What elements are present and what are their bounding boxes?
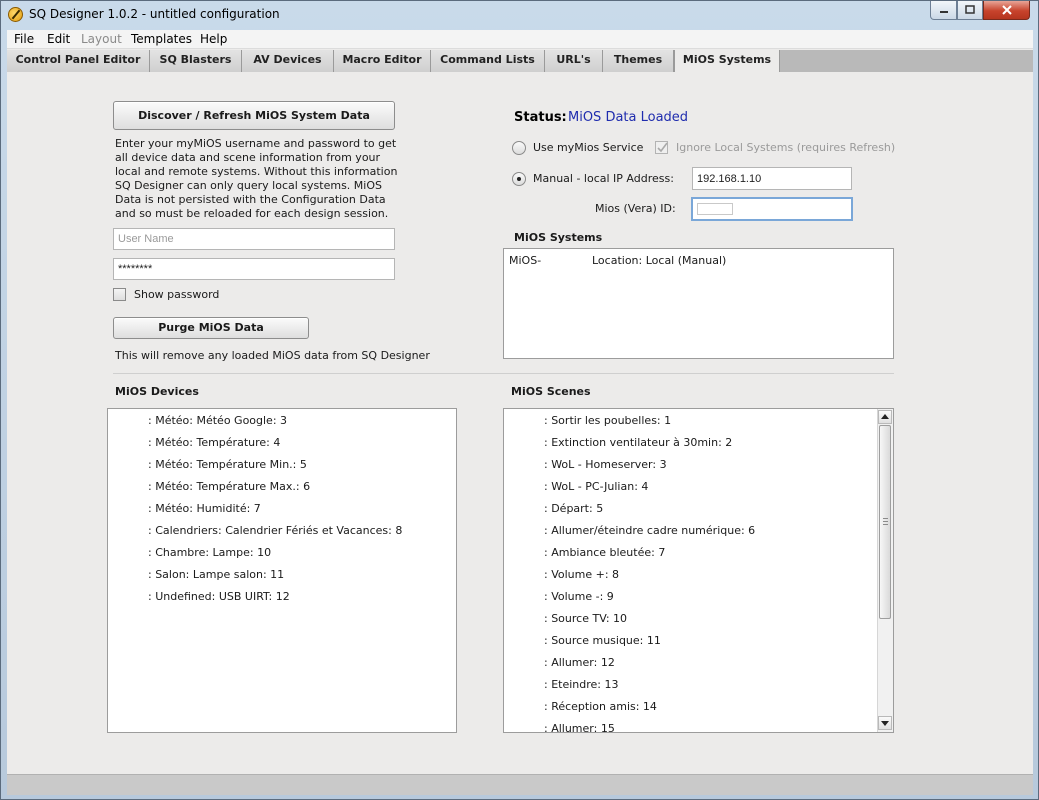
info-text: Enter your myMiOS username and password …	[115, 137, 398, 220]
scroll-thumb[interactable]	[879, 425, 891, 619]
mios-id-label: Mios (Vera) ID:	[595, 202, 676, 215]
mios-systems-title: MiOS Systems	[514, 231, 603, 244]
tab-urls[interactable]: URL's	[545, 50, 603, 72]
scene-item[interactable]: : WoL - Homeserver: 3	[544, 458, 667, 471]
scene-item[interactable]: : Réception amis: 14	[544, 700, 657, 713]
mios-scenes-title: MiOS Scenes	[511, 385, 591, 398]
menu-bar: File Edit Layout Templates Help	[7, 30, 1033, 49]
tab-macro-editor[interactable]: Macro Editor	[334, 50, 431, 72]
scene-item[interactable]: : WoL - PC-Julian: 4	[544, 480, 648, 493]
device-item[interactable]: : Météo: Température: 4	[148, 436, 280, 449]
scene-item[interactable]: : Départ: 5	[544, 502, 603, 515]
mios-scenes-list[interactable]: : Sortir les poubelles: 1 : Extinction v…	[503, 408, 894, 733]
scroll-down-button[interactable]	[878, 716, 892, 730]
tab-av-devices[interactable]: AV Devices	[242, 50, 334, 72]
menu-help[interactable]: Help	[200, 32, 227, 46]
systems-row-location[interactable]: Location: Local (Manual)	[592, 254, 726, 267]
purge-mios-data-button[interactable]: Purge MiOS Data	[113, 317, 309, 339]
menu-file[interactable]: File	[14, 32, 34, 46]
use-mymios-radio[interactable]	[512, 141, 526, 155]
tab-mios-systems[interactable]: MiOS Systems	[674, 50, 780, 72]
title-bar[interactable]: SQ Designer 1.0.2 - untitled configurati…	[1, 1, 1038, 29]
section-divider	[113, 373, 894, 374]
scroll-up-button[interactable]	[878, 410, 892, 424]
scene-item[interactable]: : Source TV: 10	[544, 612, 627, 625]
scene-item[interactable]: : Allumer: 15	[544, 722, 615, 732]
device-item[interactable]: : Météo: Température Max.: 6	[148, 480, 310, 493]
scene-item[interactable]: : Allumer: 12	[544, 656, 615, 669]
checkmark-icon	[657, 142, 668, 153]
menu-edit[interactable]: Edit	[47, 32, 70, 46]
mios-systems-list[interactable]: MiOS- Location: Local (Manual)	[503, 248, 894, 359]
scene-item[interactable]: : Source musique: 11	[544, 634, 661, 647]
close-icon	[1001, 5, 1012, 15]
arrow-down-icon	[881, 721, 889, 726]
mios-id-input[interactable]	[691, 197, 853, 221]
scene-item[interactable]: : Ambiance bleutée: 7	[544, 546, 665, 559]
scenes-scrollbar[interactable]	[877, 409, 893, 732]
device-item[interactable]: : Chambre: Lampe: 10	[148, 546, 271, 559]
status-label: Status:	[514, 110, 567, 125]
minimize-icon	[939, 11, 948, 13]
client-area: File Edit Layout Templates Help Control …	[7, 30, 1033, 795]
close-button[interactable]	[983, 1, 1030, 20]
tab-sq-blasters[interactable]: SQ Blasters	[150, 50, 242, 72]
systems-row-name[interactable]: MiOS-	[509, 254, 541, 267]
purge-note: This will remove any loaded MiOS data fr…	[115, 349, 430, 362]
manual-ip-radio[interactable]	[512, 172, 526, 186]
tab-bar: Control Panel Editor SQ Blasters AV Devi…	[7, 50, 1033, 72]
password-input[interactable]	[113, 258, 395, 280]
scene-item[interactable]: : Volume +: 8	[544, 568, 619, 581]
device-item[interactable]: : Calendriers: Calendrier Fériés et Vaca…	[148, 524, 402, 537]
device-item[interactable]: : Météo: Humidité: 7	[148, 502, 261, 515]
input-cursor-box	[697, 203, 733, 215]
scene-item[interactable]: : Sortir les poubelles: 1	[544, 414, 671, 427]
tab-control-panel-editor[interactable]: Control Panel Editor	[7, 50, 150, 72]
scene-item[interactable]: : Volume -: 9	[544, 590, 614, 603]
device-item[interactable]: : Undefined: USB UIRT: 12	[148, 590, 290, 603]
window-title: SQ Designer 1.0.2 - untitled configurati…	[29, 7, 280, 21]
menu-templates[interactable]: Templates	[131, 32, 192, 46]
maximize-icon	[965, 5, 975, 14]
mios-devices-title: MiOS Devices	[115, 385, 199, 398]
device-item[interactable]: : Météo: Température Min.: 5	[148, 458, 307, 471]
ignore-local-checkbox[interactable]	[655, 141, 668, 154]
scene-item[interactable]: : Extinction ventilateur à 30min: 2	[544, 436, 732, 449]
manual-ip-label: Manual - local IP Address:	[533, 172, 674, 185]
show-password-label: Show password	[134, 288, 220, 301]
app-logo-icon	[8, 7, 23, 22]
scene-item[interactable]: : Allumer/éteindre cadre numérique: 6	[544, 524, 755, 537]
scene-item[interactable]: : Eteindre: 13	[544, 678, 619, 691]
status-bar	[7, 774, 1033, 795]
discover-refresh-button[interactable]: Discover / Refresh MiOS System Data	[113, 101, 395, 130]
tab-themes[interactable]: Themes	[603, 50, 674, 72]
app-window: SQ Designer 1.0.2 - untitled configurati…	[0, 0, 1039, 800]
maximize-button[interactable]	[957, 1, 983, 20]
device-item[interactable]: : Salon: Lampe salon: 11	[148, 568, 284, 581]
username-input[interactable]	[113, 228, 395, 250]
use-mymios-label: Use myMios Service	[533, 141, 644, 154]
show-password-checkbox[interactable]	[113, 288, 126, 301]
mios-devices-list[interactable]: : Météo: Météo Google: 3 : Météo: Tempér…	[107, 408, 457, 733]
menu-layout[interactable]: Layout	[81, 32, 122, 46]
ip-address-input[interactable]	[692, 167, 852, 190]
ignore-local-label: Ignore Local Systems (requires Refresh)	[676, 141, 896, 154]
arrow-up-icon	[881, 414, 889, 419]
device-item[interactable]: : Météo: Météo Google: 3	[148, 414, 287, 427]
status-value: MiOS Data Loaded	[568, 110, 689, 125]
tab-command-lists[interactable]: Command Lists	[431, 50, 545, 72]
minimize-button[interactable]	[930, 1, 957, 20]
